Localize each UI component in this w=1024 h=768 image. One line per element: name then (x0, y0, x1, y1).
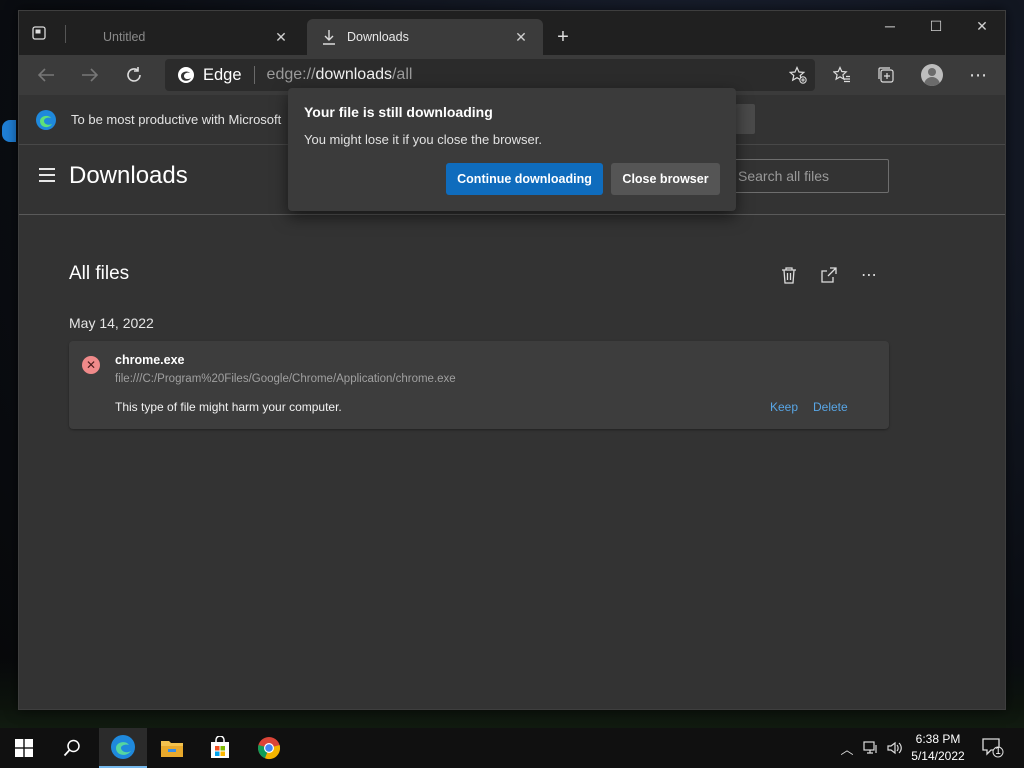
download-path: file:///C:/Program%20Files/Google/Chrome… (115, 373, 456, 385)
close-browser-dialog: Your file is still downloading You might… (288, 88, 736, 211)
address-divider (253, 66, 255, 84)
file-explorer-icon (161, 741, 183, 757)
maximize-icon[interactable]: ☐ (913, 11, 959, 41)
tab-downloads[interactable]: Downloads ✕ (307, 19, 543, 55)
minimize-icon[interactable]: ─ (867, 11, 913, 41)
date-heading: May 14, 2022 (69, 315, 154, 331)
avatar (921, 64, 943, 86)
close-window-icon[interactable]: ✕ (959, 11, 1005, 41)
search-icon[interactable] (48, 728, 96, 768)
forward-icon[interactable] (75, 61, 105, 89)
back-icon[interactable] (31, 61, 61, 89)
clock-time: 6:38 PM (915, 732, 961, 746)
window-controls: ─ ☐ ✕ (867, 11, 1005, 41)
error-x-icon: ✕ (82, 356, 100, 374)
close-browser-button[interactable]: Close browser (611, 163, 720, 195)
collections-icon[interactable] (871, 61, 901, 89)
close-tab-icon[interactable]: ✕ (513, 29, 529, 45)
taskbar-chrome[interactable] (245, 728, 293, 768)
settings-more-icon[interactable]: ⋯ (963, 61, 993, 89)
more-options-icon[interactable]: ⋯ (858, 264, 880, 286)
section-title: All files (69, 263, 130, 284)
profile-avatar[interactable] (917, 61, 947, 89)
taskbar-store[interactable] (196, 728, 244, 768)
downloads-page: Downloads Search all files All files ⋯ M… (19, 146, 1005, 709)
url-scheme: edge:// (266, 66, 316, 83)
add-favorite-icon[interactable] (787, 65, 809, 85)
delete-all-icon[interactable] (778, 264, 800, 286)
edge-logo-icon (36, 109, 56, 130)
taskbar-file-explorer[interactable] (148, 728, 196, 768)
delete-button[interactable]: Delete (813, 400, 848, 414)
address-brand: Edge (203, 65, 242, 84)
download-icon (321, 29, 337, 45)
windows-logo-icon (15, 739, 33, 757)
new-tab-button[interactable]: + (551, 25, 575, 49)
url-path: /all (391, 66, 413, 83)
chevron-up-icon[interactable]: ︿ (838, 739, 856, 757)
page-title: Downloads (69, 162, 188, 189)
desktop-icon-fragment (0, 110, 18, 180)
dialog-message: You might lose it if you close the brows… (304, 132, 542, 147)
refresh-icon[interactable] (119, 61, 149, 89)
url-host: downloads (315, 66, 392, 83)
notification-count: 1 (995, 746, 1001, 757)
download-warning: This type of file might harm your comput… (115, 400, 342, 414)
volume-icon[interactable] (886, 739, 904, 757)
open-folder-icon[interactable] (818, 264, 840, 286)
info-bar-message: To be most productive with Microsoft (71, 112, 282, 127)
tab-title: Untitled (103, 30, 146, 44)
start-button[interactable] (0, 728, 48, 768)
tab-actions-icon[interactable] (29, 23, 49, 43)
tab-strip: Untitled ✕ Downloads ✕ + ─ ☐ ✕ (19, 11, 1005, 55)
search-input[interactable]: Search all files (721, 159, 889, 193)
clock-date: 5/14/2022 (911, 749, 965, 763)
taskbar: ︿ 6:38 PM 5/14/2022 1 (0, 728, 1024, 768)
download-item: ✕ chrome.exe file:///C:/Program%20Files/… (69, 341, 889, 429)
tab-untitled[interactable]: Untitled ✕ (89, 19, 303, 55)
notification-center-icon[interactable]: 1 (982, 738, 1004, 758)
menu-icon[interactable] (39, 168, 55, 182)
tab-separator (65, 25, 66, 43)
network-icon[interactable] (862, 739, 880, 757)
info-bar-button[interactable] (735, 104, 755, 134)
clock[interactable]: 6:38 PM 5/14/2022 (906, 731, 970, 765)
download-filename[interactable]: chrome.exe (115, 353, 184, 367)
microsoft-store-icon (211, 736, 229, 758)
keep-button[interactable]: Keep (770, 400, 798, 414)
close-tab-icon[interactable]: ✕ (273, 29, 289, 45)
chrome-icon (258, 737, 281, 760)
favorites-icon[interactable] (827, 61, 857, 89)
edge-icon (111, 735, 135, 759)
address-bar[interactable]: Edge edge:// downloads /all (165, 59, 815, 91)
tab-title: Downloads (347, 30, 409, 44)
continue-downloading-button[interactable]: Continue downloading (446, 163, 603, 195)
taskbar-edge[interactable] (99, 728, 147, 768)
dialog-title: Your file is still downloading (304, 104, 493, 120)
edge-logo-icon (178, 67, 194, 83)
